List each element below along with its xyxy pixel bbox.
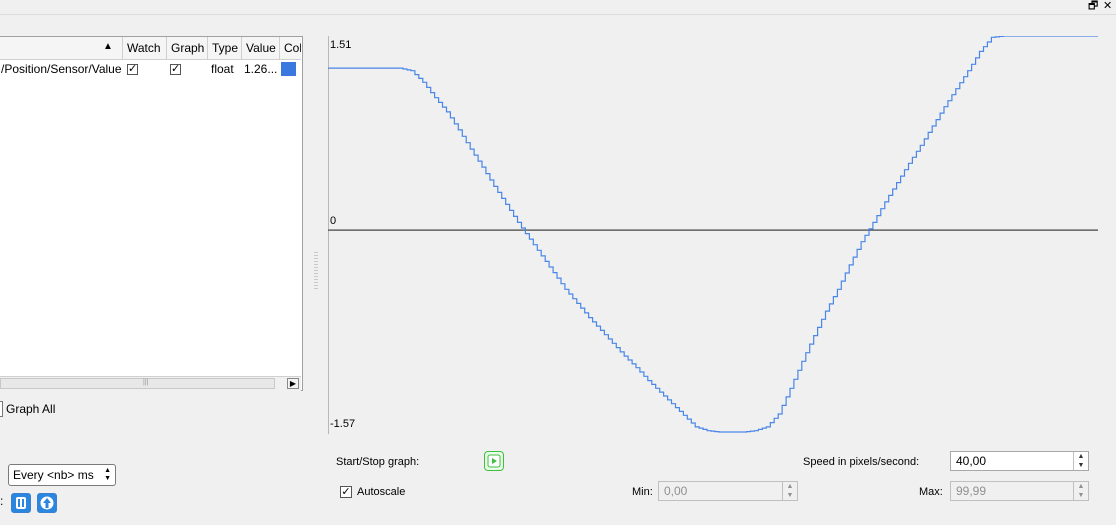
type-cell: float: [211, 62, 234, 76]
table-header: ▲ Watch Graph Type Value Col: [0, 37, 301, 60]
speed-spin-arrows[interactable]: ▲ ▼: [1073, 452, 1088, 470]
value-cell: 1.26...: [244, 62, 278, 76]
graph-checkbox[interactable]: ✓: [170, 64, 181, 75]
column-header-color[interactable]: Col: [279, 37, 301, 59]
start-stop-label: Start/Stop graph:: [336, 456, 420, 468]
close-icon[interactable]: ✕: [1103, 0, 1112, 12]
min-value: 0,00: [664, 484, 688, 498]
min-label: Min:: [632, 486, 653, 498]
splitter-handle[interactable]: [314, 252, 318, 292]
max-spin-arrows[interactable]: ▲ ▼: [1073, 482, 1088, 500]
max-label: Max:: [919, 486, 943, 498]
graph-canvas: [328, 36, 1098, 434]
sort-ascending-icon[interactable]: ▲: [103, 41, 113, 52]
speed-label: Speed in pixels/second:: [803, 456, 920, 468]
scroll-right-button[interactable]: ▶: [287, 378, 299, 389]
select-arrows-icon: ▲ ▼: [104, 467, 111, 482]
speed-value: 40,00: [956, 454, 987, 468]
play-icon: [487, 454, 501, 468]
pause-icon: [16, 497, 26, 509]
toolbar-colon: :: [0, 494, 4, 508]
series-line: [328, 36, 1098, 433]
graph-area: 1.51 0 -1.57: [328, 36, 1100, 434]
graph-all-label: Graph All: [6, 402, 56, 416]
refresh-rate-select[interactable]: Every <nb> ms ▲ ▼: [8, 464, 116, 486]
variable-name-cell: /Position/Sensor/Value: [1, 62, 122, 76]
column-header-graph[interactable]: Graph: [166, 37, 207, 59]
color-swatch[interactable]: [281, 62, 296, 76]
graph-all-checkbox[interactable]: [0, 401, 3, 417]
speed-input[interactable]: 40,00 ▲ ▼: [950, 451, 1089, 471]
column-header-type[interactable]: Type: [207, 37, 241, 59]
top-bar: [0, 0, 1116, 15]
min-input[interactable]: 0,00 ▲ ▼: [658, 481, 798, 501]
restore-icon[interactable]: 🗗: [1088, 0, 1098, 12]
autoscale-checkbox[interactable]: ✓: [340, 486, 352, 498]
min-spin-arrows[interactable]: ▲ ▼: [782, 482, 797, 500]
max-value: 99,99: [956, 484, 987, 498]
y-zero-label: 0: [330, 215, 337, 227]
column-header-watch[interactable]: Watch: [122, 37, 166, 59]
scrollbar-thumb[interactable]: |||: [0, 378, 275, 389]
watch-checkbox[interactable]: ✓: [127, 64, 138, 75]
arrow-up-icon: [40, 496, 54, 510]
column-header-value[interactable]: Value: [241, 37, 279, 59]
horizontal-scrollbar[interactable]: ||| ▶: [0, 376, 301, 391]
autoscale-label: Autoscale: [357, 486, 406, 498]
table-row[interactable]: /Position/Sensor/Value ✓ ✓ float 1.26...: [0, 60, 301, 78]
refresh-rate-value: Every <nb> ms: [13, 468, 94, 482]
start-stop-button[interactable]: [484, 451, 504, 471]
upload-button[interactable]: [37, 493, 57, 513]
y-min-label: -1.57: [330, 418, 356, 430]
y-max-label: 1.51: [330, 39, 352, 51]
pause-button[interactable]: [11, 493, 31, 513]
variables-table: ▲ Watch Graph Type Value Col /Position/S…: [0, 36, 303, 391]
max-input[interactable]: 99,99 ▲ ▼: [950, 481, 1089, 501]
